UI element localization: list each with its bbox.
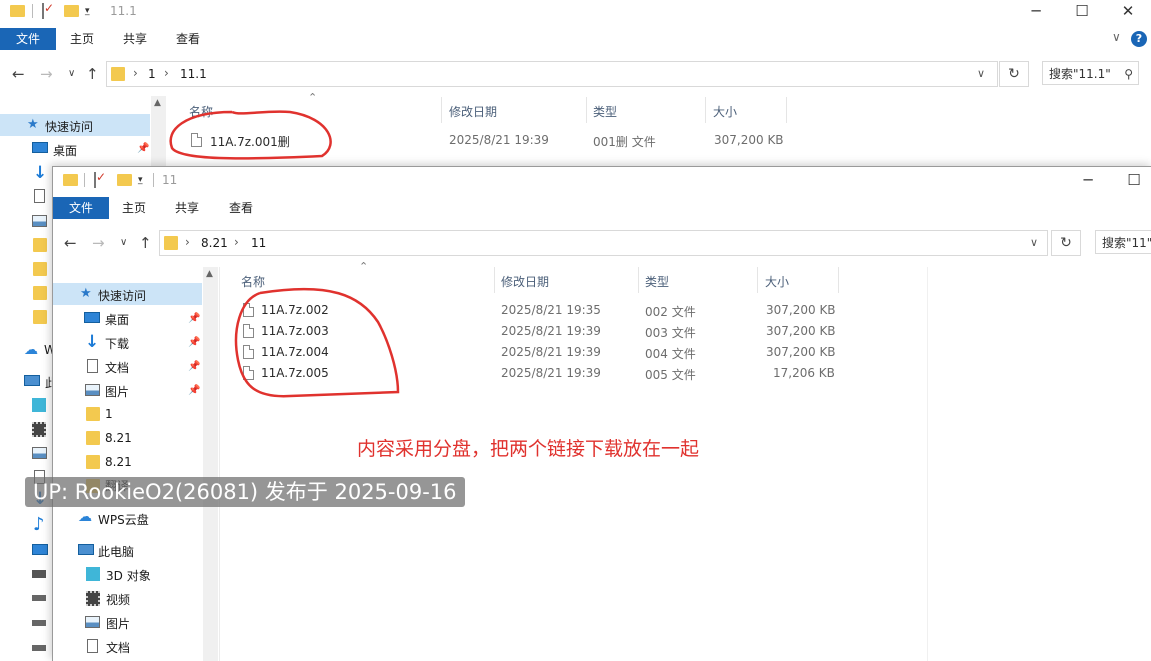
annotation-layer [169, 110, 400, 398]
annotation-text: 内容采用分盘，把两个链接下载放在一起 [357, 438, 700, 460]
red-circle-annotation [234, 287, 400, 398]
red-circle-annotation [169, 110, 332, 160]
uploader-watermark: UP: RookieO2(26081) 发布于 2025-09-16 [25, 477, 465, 507]
